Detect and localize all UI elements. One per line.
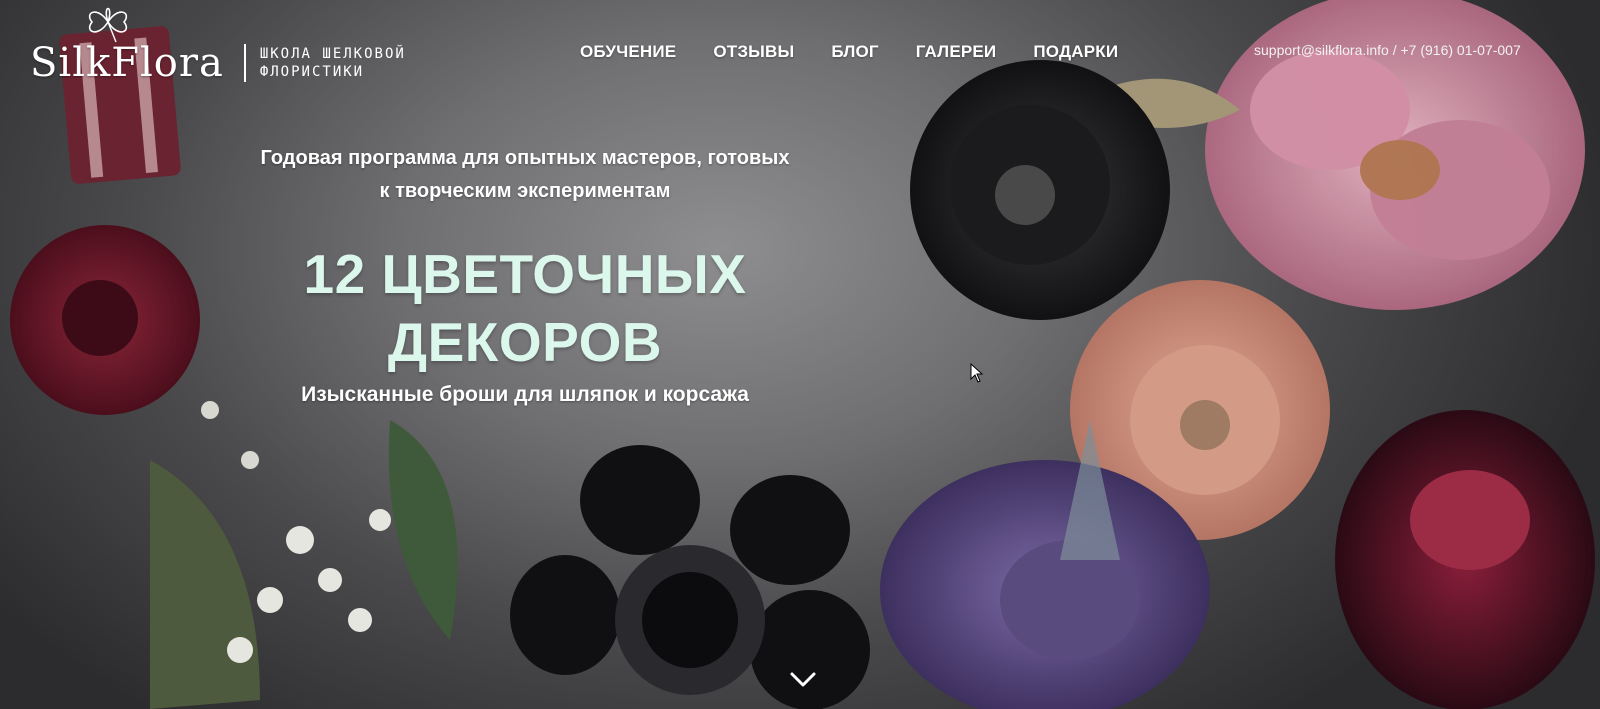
hero-subline: Изысканные броши для шляпок и корсажа [301, 383, 749, 406]
hero-headline-line1: 12 ЦВЕТОЧНЫХ [303, 243, 747, 305]
hero-intro-line1: Годовая программа для опытных мастеров, … [260, 147, 790, 169]
hero-intro-line2: к творческим экспериментам [379, 180, 671, 202]
hero-intro: Годовая программа для опытных мастеров, … [240, 142, 810, 208]
logo-tagline-line2: флористики [259, 64, 365, 80]
contact-separator: / [1388, 42, 1401, 58]
clover-icon [88, 7, 128, 43]
hero-headline: 12 ЦВЕТОЧНЫХ ДЕКОРОВ [235, 240, 815, 376]
scroll-down-button[interactable] [788, 668, 818, 692]
logo-divider [243, 44, 246, 82]
nav-item-training[interactable]: ОБУЧЕНИЕ [580, 42, 676, 62]
hero-section: SilkFlora школа шелковой флористики ОБУЧ… [0, 0, 1600, 709]
brand-logo[interactable]: SilkFlora школа шелковой флористики [30, 7, 406, 86]
nav-item-blog[interactable]: БЛОГ [831, 42, 878, 62]
mouse-cursor-icon [970, 363, 984, 383]
logo-tagline: школа шелковой флористики [260, 45, 406, 81]
contact-phone[interactable]: +7 (916) 01-07-007 [1401, 42, 1521, 58]
header-contact: support@silkflora.info / +7 (916) 01-07-… [1254, 42, 1521, 58]
contact-email[interactable]: support@silkflora.info [1254, 42, 1389, 58]
hero-headline-line2: ДЕКОРОВ [387, 311, 663, 373]
logo-text: SilkFlora [30, 40, 224, 86]
nav-item-galleries[interactable]: ГАЛЕРЕИ [916, 42, 997, 62]
nav-item-reviews[interactable]: ОТЗЫВЫ [713, 42, 794, 62]
main-nav: ОБУЧЕНИЕ ОТЗЫВЫ БЛОГ ГАЛЕРЕИ ПОДАРКИ [580, 42, 1118, 62]
logo-tagline-line1: школа шелковой [259, 46, 406, 62]
logo-mark: SilkFlora [30, 7, 224, 86]
chevron-down-icon [790, 672, 816, 687]
nav-item-gifts[interactable]: ПОДАРКИ [1033, 42, 1118, 62]
